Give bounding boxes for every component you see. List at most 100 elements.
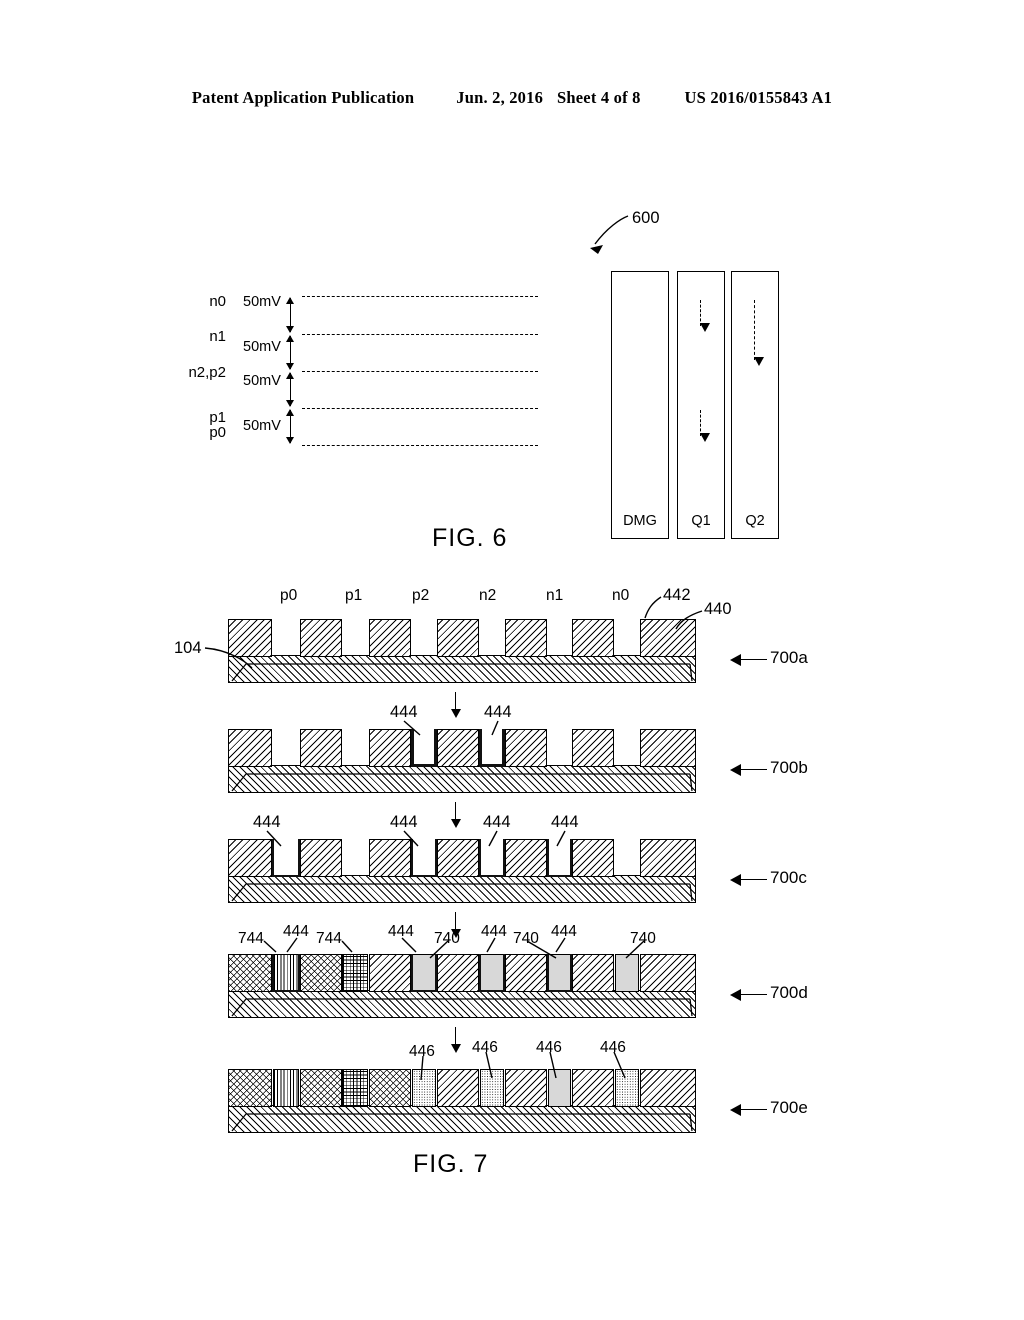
- pillar-c-1: [228, 839, 272, 877]
- col-label-n1: n1: [546, 587, 564, 604]
- fill-d-6: [615, 954, 639, 992]
- pillar-e-4: [437, 1069, 479, 1107]
- ref-744-d-2: 744: [316, 930, 342, 947]
- pillar-c-4: [437, 839, 479, 877]
- row-tag-700c: 700c: [770, 868, 807, 887]
- liner-c-1: [272, 839, 300, 877]
- pillar-e-2: [300, 1069, 342, 1107]
- pillar-a-1: [228, 619, 272, 657]
- row-arrow-700b: [730, 764, 767, 776]
- liner-d-4: [547, 954, 572, 992]
- pillar-e-7: [640, 1069, 696, 1107]
- pillar-d-7: [640, 954, 696, 992]
- col-label-n0: n0: [612, 587, 630, 604]
- row-arrow-700d: [730, 989, 767, 1001]
- pillar-c-3: [369, 839, 411, 877]
- liner-b-2: [479, 729, 505, 767]
- row-arrow-700a: [730, 654, 767, 666]
- pillar-e-3: [369, 1069, 411, 1107]
- fill-e-4: [480, 1069, 504, 1107]
- substrate-base-a: [228, 655, 696, 683]
- figure-7: p0 p1 p2 n2 n1 n0 104 442 440 700a 444 4…: [0, 0, 1024, 1320]
- pillar-a-2: [300, 619, 342, 657]
- liner-b-1: [411, 729, 437, 767]
- liner-c-4: [547, 839, 572, 877]
- pillar-d-2: [300, 954, 342, 992]
- pillar-e-5: [505, 1069, 547, 1107]
- ref-740-d-3: 740: [630, 930, 656, 947]
- substrate-base-d: [228, 990, 696, 1018]
- pillar-c-6: [572, 839, 614, 877]
- substrate-base-e: [228, 1105, 696, 1133]
- step-arrow-b-to-c: [451, 802, 461, 828]
- fill-e-3: [412, 1069, 436, 1107]
- ref-446-e-2: 446: [472, 1039, 498, 1056]
- ref-444-d-4: 444: [551, 923, 577, 940]
- pillar-a-7: [640, 619, 696, 657]
- liner-d-2: [411, 954, 437, 992]
- pillar-d-6: [572, 954, 614, 992]
- row-arrow-700e: [730, 1104, 767, 1116]
- pillar-d-4: [437, 954, 479, 992]
- pillar-c-5: [505, 839, 547, 877]
- row-arrow-700c: [730, 874, 767, 886]
- ref-446-e-4: 446: [600, 1039, 626, 1056]
- pillar-d-3: [369, 954, 411, 992]
- row-tag-700b: 700b: [770, 758, 808, 777]
- ref-444-c-4: 444: [551, 813, 579, 831]
- ref-444-b-1: 444: [390, 703, 418, 721]
- col-label-p2: p2: [412, 587, 430, 604]
- fill-e-1: [273, 1069, 299, 1107]
- ref-444-d-2: 444: [388, 923, 414, 940]
- pillar-e-1: [228, 1069, 272, 1107]
- ref-444-d-1: 444: [283, 923, 309, 940]
- ref-446-e-1: 446: [409, 1043, 435, 1060]
- ref-444-b-2: 444: [484, 703, 512, 721]
- pillar-a-5: [505, 619, 547, 657]
- ref-104: 104: [174, 639, 202, 657]
- step-arrow-d-to-e: [451, 1027, 461, 1053]
- pillar-c-7: [640, 839, 696, 877]
- pillar-b-3: [369, 729, 411, 767]
- ref-444-c-2: 444: [390, 813, 418, 831]
- figure-7-caption: FIG. 7: [413, 1150, 489, 1178]
- ref-440: 440: [704, 600, 732, 618]
- col-label-p1: p1: [345, 587, 363, 604]
- pillar-c-2: [300, 839, 342, 877]
- pillar-b-2: [300, 729, 342, 767]
- col-label-n2: n2: [479, 587, 497, 604]
- ref-744-d-1: 744: [238, 930, 264, 947]
- ref-740-d-2: 740: [513, 930, 539, 947]
- pillar-b-7: [640, 729, 696, 767]
- ref-442: 442: [663, 586, 691, 604]
- fill-e-5: [548, 1069, 571, 1107]
- substrate-base-b: [228, 765, 696, 793]
- step-arrow-c-to-d: [451, 912, 461, 938]
- row-tag-700a: 700a: [770, 648, 808, 667]
- liner-d-1: [272, 954, 300, 992]
- pillar-b-1: [228, 729, 272, 767]
- liner-d-3: [479, 954, 505, 992]
- liner-c-2: [411, 839, 437, 877]
- pillar-d-1: [228, 954, 272, 992]
- col-label-p0: p0: [280, 587, 298, 604]
- ref-444-c-1: 444: [253, 813, 281, 831]
- pillar-a-4: [437, 619, 479, 657]
- row-tag-700d: 700d: [770, 983, 808, 1002]
- ref-446-e-3: 446: [536, 1039, 562, 1056]
- ref-444-c-3: 444: [483, 813, 511, 831]
- liner-c-3: [479, 839, 505, 877]
- pillar-d-5: [505, 954, 547, 992]
- ref-444-d-3: 444: [481, 923, 507, 940]
- pillar-e-6: [572, 1069, 614, 1107]
- fill-e-2: [342, 1069, 368, 1107]
- pillar-a-3: [369, 619, 411, 657]
- pillar-b-6: [572, 729, 614, 767]
- pillar-b-4: [437, 729, 479, 767]
- fill-d-2: [342, 954, 368, 992]
- substrate-base-c: [228, 875, 696, 903]
- step-arrow-a-to-b: [451, 692, 461, 718]
- fill-e-6: [615, 1069, 639, 1107]
- patent-drawing-page: Patent Application Publication Jun. 2, 2…: [0, 0, 1024, 1320]
- pillar-a-6: [572, 619, 614, 657]
